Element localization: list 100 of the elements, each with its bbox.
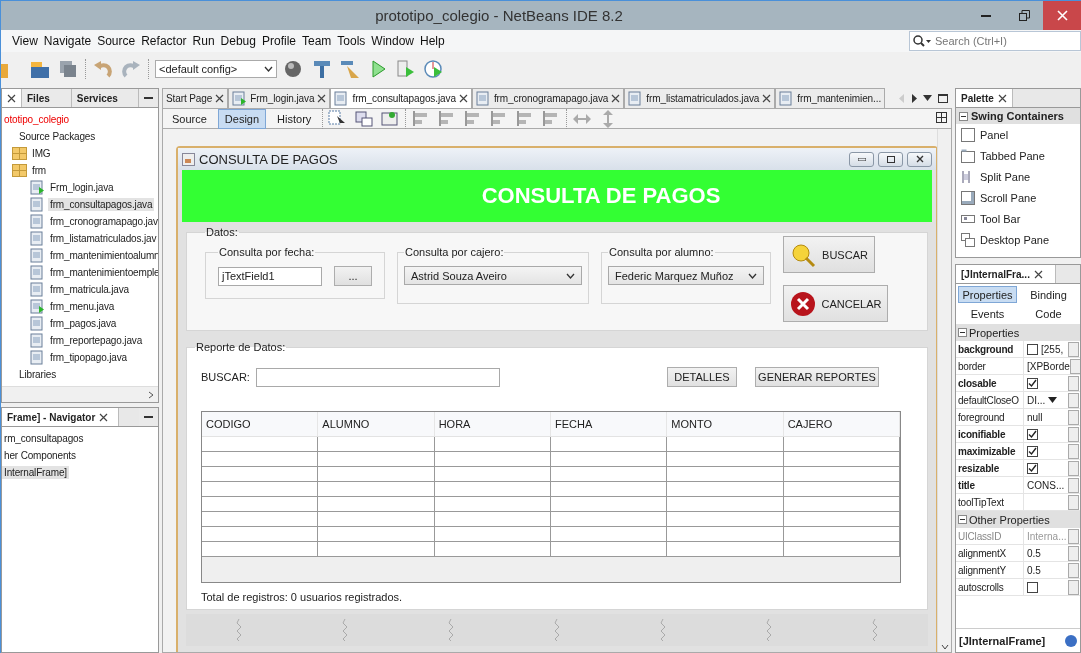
menu-item[interactable]: Profile bbox=[258, 34, 299, 48]
property-tab[interactable]: Properties bbox=[958, 286, 1017, 303]
close-button[interactable] bbox=[907, 151, 932, 167]
cancel-button[interactable]: CANCELAR bbox=[783, 285, 888, 322]
property-value[interactable]: [255, bbox=[1024, 341, 1068, 357]
horizontal-scrollbar[interactable] bbox=[2, 386, 158, 402]
tree-item[interactable]: frm_pagos.java bbox=[48, 317, 119, 330]
property-section[interactable]: Other Properties bbox=[956, 511, 1080, 528]
tree-item[interactable]: frm_mantenimientoalumn bbox=[48, 249, 158, 262]
property-checkbox[interactable] bbox=[1027, 581, 1038, 593]
editor-tab[interactable]: frm_cronogramapago.java bbox=[471, 88, 625, 108]
property-value[interactable]: DI... bbox=[1024, 392, 1068, 408]
property-checkbox[interactable] bbox=[1027, 428, 1038, 440]
property-editor-button[interactable] bbox=[1068, 410, 1079, 425]
menu-item[interactable]: Help bbox=[417, 34, 448, 48]
tree-item[interactable]: frm_consultapagos.java bbox=[48, 198, 155, 211]
editor-tab[interactable]: frm_consultapagos.java bbox=[330, 88, 472, 108]
menu-item[interactable]: Navigate bbox=[40, 34, 95, 48]
search-field[interactable] bbox=[256, 367, 500, 387]
tree-item[interactable]: Frm_login.java bbox=[48, 181, 116, 194]
property-value[interactable]: [XPBorde bbox=[1024, 358, 1070, 374]
column-header[interactable]: FECHA bbox=[551, 412, 668, 436]
navigator-item[interactable]: rm_consultapagos bbox=[2, 432, 86, 445]
menu-item[interactable]: Run bbox=[189, 34, 218, 48]
property-editor-button[interactable] bbox=[1068, 461, 1079, 476]
property-tab[interactable]: Events bbox=[958, 305, 1017, 322]
navigator-item[interactable]: InternalFrame] bbox=[2, 466, 69, 479]
property-editor-button[interactable] bbox=[1068, 427, 1079, 442]
tree-item[interactable]: frm_listamatriculados.jav bbox=[48, 232, 158, 245]
property-value[interactable]: 0.5 bbox=[1024, 562, 1068, 578]
property-editor-button[interactable] bbox=[1068, 546, 1079, 561]
component-item[interactable]: Tabbed Pane bbox=[980, 149, 1045, 162]
component-item[interactable]: Panel bbox=[980, 128, 1009, 141]
view-button[interactable]: History bbox=[270, 108, 319, 129]
menu-item[interactable]: Debug bbox=[217, 34, 259, 48]
property-editor-button[interactable] bbox=[1068, 580, 1079, 595]
menu-item[interactable]: View bbox=[9, 34, 41, 48]
tree-item[interactable]: Source Packages bbox=[17, 130, 98, 143]
property-editor-button[interactable] bbox=[1068, 444, 1079, 459]
column-header[interactable]: MONTO bbox=[667, 412, 784, 436]
component-item[interactable]: Tool Bar bbox=[980, 212, 1021, 225]
date-picker-button[interactable]: ... bbox=[334, 266, 372, 286]
column-header[interactable]: ALUMNO bbox=[318, 412, 435, 436]
view-tab[interactable]: [JInternalFra... bbox=[956, 265, 1056, 283]
tree-item[interactable]: frm_tipopago.java bbox=[48, 351, 129, 364]
menu-item[interactable]: Tools bbox=[334, 34, 369, 48]
palette-category[interactable]: Swing Containers bbox=[956, 108, 1080, 124]
property-editor-button[interactable] bbox=[1068, 342, 1079, 357]
editor-tab[interactable]: Frm_login.java bbox=[228, 88, 331, 108]
view-button[interactable]: Source bbox=[165, 108, 214, 129]
property-value[interactable]: CONS... bbox=[1024, 477, 1068, 493]
component-item[interactable]: Scroll Pane bbox=[980, 191, 1037, 204]
property-editor-button[interactable] bbox=[1068, 495, 1079, 510]
component-item[interactable]: Desktop Pane bbox=[980, 233, 1050, 246]
navigator-item[interactable]: her Components bbox=[2, 449, 78, 462]
vertical-scrollbar[interactable] bbox=[937, 129, 951, 652]
property-editor-button[interactable] bbox=[1068, 393, 1079, 408]
search-button[interactable]: BUSCAR bbox=[783, 236, 875, 273]
property-value[interactable]: 0.5 bbox=[1024, 545, 1068, 561]
configuration-dropdown[interactable]: <default config> bbox=[155, 59, 277, 78]
cashier-dropdown[interactable]: Astrid Souza Aveiro bbox=[404, 266, 582, 285]
tree-item[interactable]: Libraries bbox=[17, 368, 58, 381]
property-editor-button[interactable] bbox=[1068, 563, 1079, 578]
column-header[interactable]: CAJERO bbox=[783, 412, 900, 436]
menu-item[interactable]: Window bbox=[368, 34, 417, 48]
property-editor-button[interactable] bbox=[1068, 376, 1079, 391]
property-tab[interactable]: Binding bbox=[1019, 286, 1078, 303]
component-item[interactable]: Split Pane bbox=[980, 170, 1031, 183]
property-checkbox[interactable] bbox=[1027, 462, 1038, 474]
tree-item[interactable]: frm_menu.java bbox=[48, 300, 117, 313]
menu-item[interactable]: Team bbox=[298, 34, 335, 48]
column-header[interactable]: CODIGO bbox=[202, 412, 319, 436]
tree-item[interactable]: ototipo_colegio bbox=[2, 113, 72, 126]
menu-item[interactable]: Source bbox=[94, 34, 139, 48]
view-tab[interactable]: Frame] - Navigator bbox=[2, 408, 119, 426]
property-checkbox[interactable] bbox=[1027, 377, 1038, 389]
student-dropdown[interactable]: Federic Marquez Muñoz bbox=[608, 266, 764, 285]
maximize-button[interactable] bbox=[878, 151, 903, 167]
menu-item[interactable]: Refactor bbox=[138, 34, 190, 48]
property-editor-button[interactable] bbox=[1068, 478, 1079, 493]
editor-tab[interactable]: frm_mantenimien... bbox=[775, 88, 886, 108]
profile-icon[interactable] bbox=[423, 57, 445, 80]
view-tab[interactable] bbox=[2, 89, 22, 107]
search-field[interactable]: Search (Ctrl+I) bbox=[909, 31, 1081, 51]
tree-item[interactable]: IMG bbox=[30, 147, 53, 160]
property-tab[interactable]: Code bbox=[1019, 305, 1078, 322]
editor-tab[interactable]: Start Page bbox=[162, 88, 229, 108]
view-tab[interactable]: Palette bbox=[956, 89, 1013, 107]
property-section[interactable]: Properties bbox=[956, 324, 1080, 341]
details-button[interactable]: DETALLES bbox=[667, 367, 737, 387]
tree-item[interactable]: frm bbox=[30, 164, 48, 177]
tree-item[interactable]: frm_cronogramapago.jav bbox=[48, 215, 158, 228]
property-editor-button[interactable] bbox=[1068, 529, 1079, 544]
column-header[interactable]: HORA bbox=[434, 412, 551, 436]
property-checkbox[interactable] bbox=[1027, 445, 1038, 457]
property-editor-button[interactable] bbox=[1069, 359, 1080, 374]
tree-item[interactable]: frm_matricula.java bbox=[48, 283, 131, 296]
editor-tab[interactable]: frm_listamatriculados.java bbox=[624, 88, 776, 108]
date-field[interactable]: jTextField1 bbox=[218, 266, 322, 286]
view-button[interactable]: Design bbox=[217, 108, 267, 129]
